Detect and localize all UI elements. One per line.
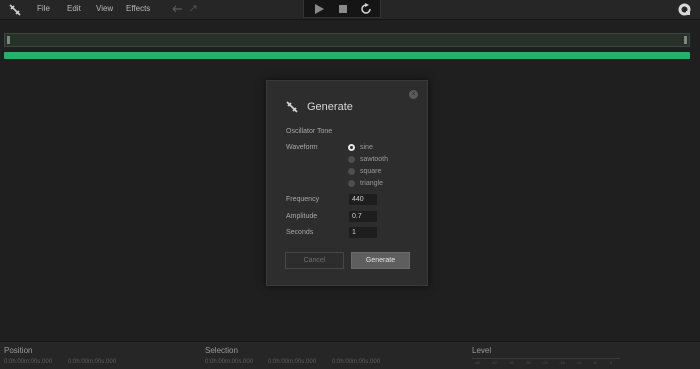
stop-icon[interactable] <box>337 3 349 15</box>
top-toolbar: File Edit View Effects <box>0 0 700 20</box>
progress-bar <box>4 52 690 59</box>
radio-label: sine <box>360 144 373 151</box>
level-tick: -42 <box>491 360 497 365</box>
level-tick: -12 <box>576 360 582 365</box>
play-icon[interactable] <box>313 3 325 15</box>
selection-title: Selection <box>205 346 238 355</box>
level-tick: -36 <box>508 360 514 365</box>
radio-button[interactable] <box>348 144 355 151</box>
radio-label: triangle <box>360 180 383 187</box>
selection-start-time[interactable]: 0:0h:00m:00s.000 <box>205 359 253 365</box>
radio-button[interactable] <box>348 168 355 175</box>
level-tick: -6 <box>593 360 597 365</box>
cancel-button[interactable]: Cancel <box>285 252 344 269</box>
frequency-input[interactable] <box>349 194 377 205</box>
level-tick: 0 <box>610 360 613 365</box>
menu-edit[interactable]: Edit <box>67 4 81 13</box>
waveform-label: Waveform <box>286 144 318 151</box>
dialog-title: Generate <box>307 101 353 113</box>
menu-effects[interactable]: Effects <box>126 4 150 13</box>
waveform-track[interactable] <box>4 33 690 47</box>
track-right-handle[interactable] <box>684 36 687 44</box>
satellite-icon <box>286 101 298 113</box>
menu-view[interactable]: View <box>96 4 113 13</box>
transport-controls <box>303 0 381 18</box>
generate-dialog: × Generate Oscillator Tone Waveform sine… <box>266 80 428 286</box>
radio-label: sawtooth <box>360 156 389 163</box>
radio-button[interactable] <box>348 180 355 187</box>
amplitude-input[interactable] <box>349 211 377 222</box>
generate-button[interactable]: Generate <box>351 252 410 269</box>
level-tick: -18 <box>559 360 565 365</box>
profile-icon[interactable] <box>678 3 691 16</box>
selection-mid-time[interactable]: 0:0h:00m:00s.000 <box>268 359 316 365</box>
radio-label: square <box>360 168 382 175</box>
status-bar: Position 0:0h:00m:00s.000 0:0h:00m:00s.0… <box>0 341 700 369</box>
track-left-handle[interactable] <box>7 36 10 44</box>
satellite-icon[interactable] <box>8 3 22 17</box>
level-tick: -48 <box>474 360 480 365</box>
amplitude-label: Amplitude <box>286 213 318 220</box>
frequency-label: Frequency <box>286 196 320 203</box>
menu-file[interactable]: File <box>37 4 50 13</box>
selection-end-time[interactable]: 0:0h:00m:00s.000 <box>332 359 380 365</box>
close-icon[interactable]: × <box>409 90 418 99</box>
position-start-time[interactable]: 0:0h:00m:00s.000 <box>4 359 52 365</box>
position-end-time[interactable]: 0:0h:00m:00s.000 <box>68 359 116 365</box>
radio-button[interactable] <box>348 156 355 163</box>
level-title: Level <box>472 346 492 355</box>
redo-icon[interactable] <box>189 5 197 12</box>
seconds-label: Seconds <box>286 229 314 236</box>
level-tick: -24 <box>542 360 548 365</box>
position-title: Position <box>4 346 33 355</box>
level-meter: -48 -42 -36 -30 -24 -18 -12 -6 0 <box>472 358 620 367</box>
loop-icon[interactable] <box>360 3 372 15</box>
undo-icon[interactable] <box>172 5 183 14</box>
seconds-input[interactable] <box>349 227 377 238</box>
dialog-subtitle: Oscillator Tone <box>286 128 333 135</box>
level-tick: -30 <box>525 360 531 365</box>
